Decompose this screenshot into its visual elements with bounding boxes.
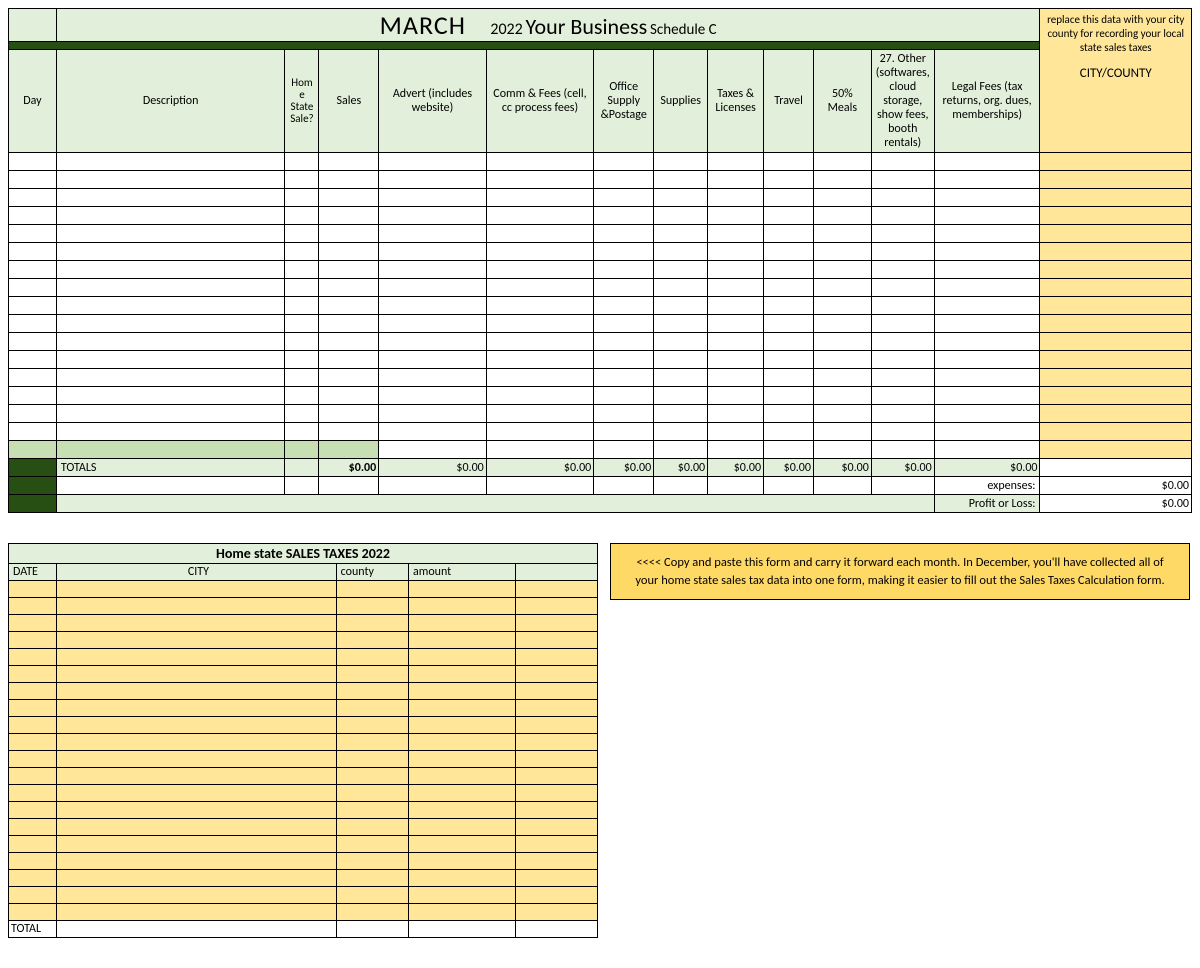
stax-row[interactable] (9, 853, 598, 870)
total-office: $0.00 (594, 459, 654, 477)
col-taxes: Taxes & Licenses (708, 50, 764, 153)
data-row[interactable] (9, 423, 1192, 441)
expenses-label: expenses: (934, 477, 1040, 495)
business-name: Your Business (525, 13, 647, 40)
pl-value: $0.00 (1040, 495, 1192, 513)
stax-row[interactable] (9, 649, 598, 666)
col-meals: 50% Meals (813, 50, 871, 153)
col-travel: Travel (764, 50, 814, 153)
corner-cell (9, 9, 57, 42)
stax-row[interactable] (9, 785, 598, 802)
stax-col-amount: amount (409, 564, 516, 581)
stax-row[interactable] (9, 904, 598, 921)
col-other: 27. Other (softwares, cloud storage, sho… (871, 50, 934, 153)
col-advert: Advert (includes website) (379, 50, 487, 153)
stax-total-label: TOTAL (9, 921, 57, 938)
stax-row[interactable] (9, 870, 598, 887)
data-row[interactable] (9, 333, 1192, 351)
year-label: 2022 (490, 20, 522, 39)
col-home-state: HomeStateSale? (285, 50, 319, 153)
ledger-table: MARCH 2022 Your Business Schedule C repl… (8, 8, 1192, 513)
spacer-row (9, 441, 1192, 459)
data-row[interactable] (9, 351, 1192, 369)
expenses-row: expenses: $0.00 (9, 477, 1192, 495)
stax-row[interactable] (9, 700, 598, 717)
stax-col-extra (515, 564, 597, 581)
stax-total-row: TOTAL (9, 921, 598, 938)
stax-row[interactable] (9, 802, 598, 819)
note-instruction: replace this data with your city county … (1047, 13, 1184, 54)
city-county-note: replace this data with your city county … (1040, 9, 1192, 153)
stax-col-county: county (336, 564, 408, 581)
col-day: Day (9, 50, 57, 153)
col-supplies: Supplies (654, 50, 708, 153)
stax-row[interactable] (9, 734, 598, 751)
stax-row[interactable] (9, 751, 598, 768)
stax-row[interactable] (9, 598, 598, 615)
profit-loss-row: Profit or Loss: $0.00 (9, 495, 1192, 513)
total-meals: $0.00 (813, 459, 871, 477)
title-bar: MARCH 2022 Your Business Schedule C (56, 9, 1040, 42)
total-taxes: $0.00 (708, 459, 764, 477)
stax-row[interactable] (9, 615, 598, 632)
data-row[interactable] (9, 279, 1192, 297)
stax-row[interactable] (9, 581, 598, 598)
sales-tax-cols: DATE CITY county amount (9, 564, 598, 581)
tip-text: <<<< Copy and paste this form and carry … (635, 555, 1164, 588)
stax-row[interactable] (9, 666, 598, 683)
total-legal: $0.00 (934, 459, 1040, 477)
col-legal: Legal Fees (tax returns, org. dues, memb… (934, 50, 1040, 153)
city-county-label: CITY/COUNTY (1046, 66, 1185, 82)
stax-row[interactable] (9, 887, 598, 904)
tip-box: <<<< Copy and paste this form and carry … (610, 543, 1190, 600)
pl-label: Profit or Loss: (934, 495, 1040, 513)
total-sales: $0.00 (319, 459, 379, 477)
sales-tax-title: Home state SALES TAXES 2022 (9, 544, 598, 564)
data-row[interactable] (9, 261, 1192, 279)
data-row[interactable] (9, 387, 1192, 405)
total-travel: $0.00 (764, 459, 814, 477)
expenses-value: $0.00 (1040, 477, 1192, 495)
data-row[interactable] (9, 369, 1192, 387)
stax-row[interactable] (9, 632, 598, 649)
col-description: Description (56, 50, 285, 153)
total-comm: $0.00 (486, 459, 593, 477)
schedule-label: Schedule C (650, 21, 717, 39)
stax-row[interactable] (9, 683, 598, 700)
total-supplies: $0.00 (654, 459, 708, 477)
col-comm-fees: Comm & Fees (cell, cc process fees) (486, 50, 593, 153)
data-row[interactable] (9, 207, 1192, 225)
stax-col-city: CITY (57, 564, 336, 581)
stax-row[interactable] (9, 836, 598, 853)
stax-row[interactable] (9, 768, 598, 785)
total-advert: $0.00 (379, 459, 487, 477)
stax-col-date: DATE (9, 564, 57, 581)
sales-tax-table: Home state SALES TAXES 2022 DATE CITY co… (8, 543, 598, 938)
total-other: $0.00 (871, 459, 934, 477)
data-row[interactable] (9, 225, 1192, 243)
stax-row[interactable] (9, 717, 598, 734)
col-office: Office Supply &Postage (594, 50, 654, 153)
column-headers: Day Description HomeStateSale? Sales Adv… (9, 50, 1192, 153)
data-row[interactable] (9, 153, 1192, 171)
dark-divider (9, 42, 1192, 50)
data-row[interactable] (9, 243, 1192, 261)
stax-row[interactable] (9, 819, 598, 836)
data-row[interactable] (9, 315, 1192, 333)
col-sales: Sales (319, 50, 379, 153)
data-row[interactable] (9, 405, 1192, 423)
data-row[interactable] (9, 189, 1192, 207)
totals-row: TOTALS $0.00 $0.00 $0.00 $0.00 $0.00 $0.… (9, 459, 1192, 477)
month-label: MARCH (380, 9, 466, 41)
data-row[interactable] (9, 171, 1192, 189)
totals-label: TOTALS (56, 459, 285, 477)
data-row[interactable] (9, 297, 1192, 315)
